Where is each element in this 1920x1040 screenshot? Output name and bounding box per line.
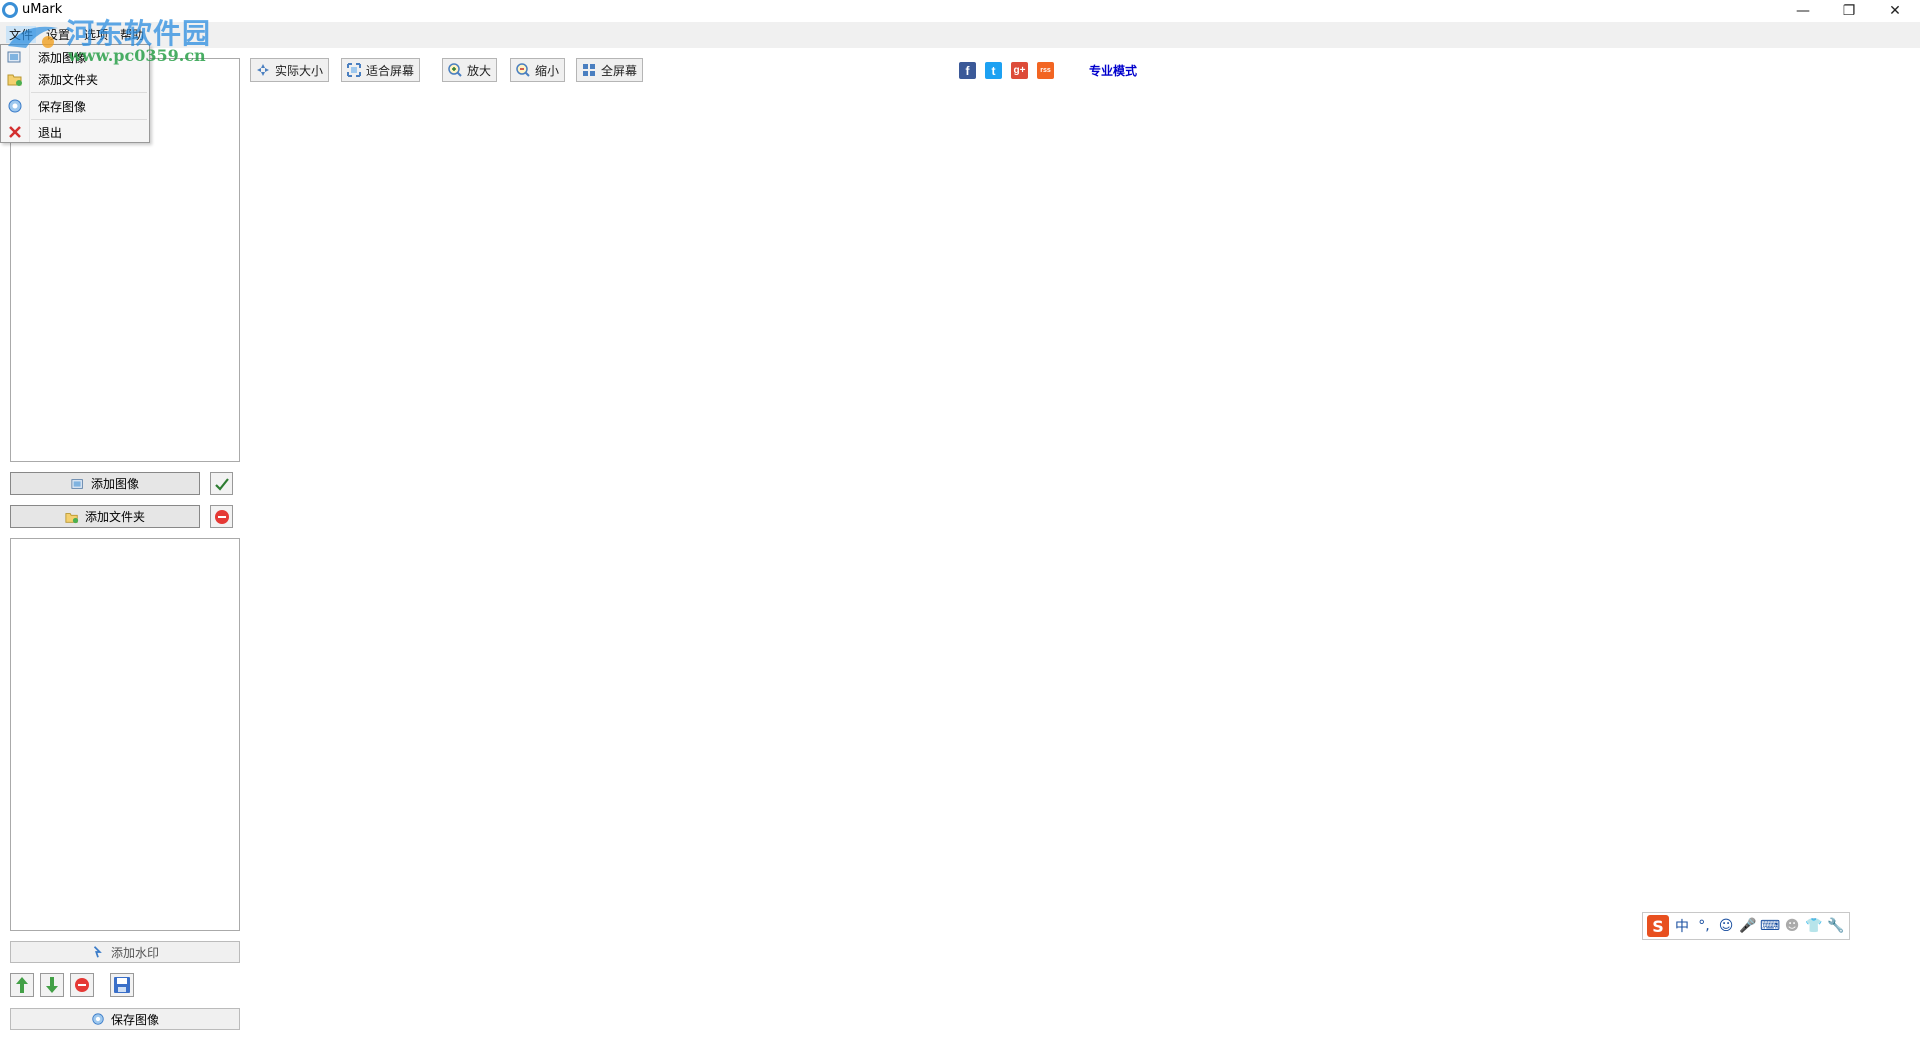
move-down-button[interactable] bbox=[40, 973, 64, 997]
window-title: uMark bbox=[22, 2, 63, 17]
microphone-icon[interactable]: 🎤 bbox=[1739, 917, 1757, 935]
title-bar bbox=[0, 0, 1920, 22]
keyboard-icon[interactable]: ⌨ bbox=[1760, 917, 1780, 935]
menu-bar bbox=[0, 22, 1920, 48]
ime-punct-toggle[interactable]: °, bbox=[1695, 917, 1713, 935]
remove-button[interactable] bbox=[210, 505, 233, 528]
save-image-icon bbox=[92, 1013, 104, 1025]
watermark-icon bbox=[93, 946, 102, 958]
actual-size-icon bbox=[257, 64, 269, 76]
exit-icon bbox=[9, 126, 21, 138]
add-watermark-button[interactable]: 添加水印 bbox=[10, 941, 240, 963]
skin-shirt-icon[interactable]: 👕 bbox=[1805, 917, 1823, 935]
close-button[interactable]: ✕ bbox=[1872, 0, 1918, 22]
save-image-icon bbox=[8, 99, 22, 113]
move-up-button[interactable] bbox=[10, 973, 34, 997]
google-plus-icon[interactable]: g+ bbox=[1011, 62, 1028, 79]
watermark-url: www.pc0359.cn bbox=[68, 46, 206, 65]
save-settings-button[interactable] bbox=[110, 973, 134, 997]
zoom-in-button[interactable]: 放大 bbox=[442, 58, 498, 82]
add-folder-icon bbox=[7, 74, 22, 86]
menu-item-save-image[interactable]: 保存图像 bbox=[1, 94, 149, 118]
ime-lang-toggle[interactable]: 中 bbox=[1673, 917, 1691, 935]
zoom-out-icon bbox=[516, 63, 530, 77]
restore-button[interactable]: ❐ bbox=[1826, 0, 1872, 22]
delete-watermark-button[interactable] bbox=[70, 973, 94, 997]
checkmark-icon bbox=[214, 477, 229, 491]
sogou-logo-icon[interactable]: S bbox=[1647, 915, 1669, 937]
save-image-button[interactable]: 保存图像 bbox=[10, 1008, 240, 1030]
arrow-up-icon bbox=[16, 977, 28, 993]
fit-screen-button[interactable]: 适合屏幕 bbox=[341, 58, 421, 82]
remove-icon bbox=[75, 978, 89, 992]
app-logo-icon bbox=[2, 2, 18, 18]
add-folder-button[interactable]: 添加文件夹 bbox=[10, 505, 200, 528]
user-icon[interactable]: ☻ bbox=[1783, 917, 1801, 935]
add-image-icon bbox=[71, 478, 83, 489]
arrow-down-icon bbox=[46, 977, 58, 993]
fullscreen-button[interactable]: 全屏幕 bbox=[576, 58, 644, 82]
add-folder-icon bbox=[65, 512, 79, 523]
fullscreen-icon bbox=[583, 64, 595, 76]
menu-separator bbox=[31, 92, 147, 93]
confirm-button[interactable] bbox=[210, 472, 233, 495]
remove-icon bbox=[214, 509, 229, 524]
emoji-icon[interactable]: ☺ bbox=[1717, 917, 1735, 935]
facebook-icon[interactable]: f bbox=[959, 62, 976, 79]
watermark-logo-icon bbox=[8, 26, 58, 48]
ime-toolbar: S 中 °, ☺ 🎤 ⌨ ☻ 👕 🔧 bbox=[1642, 912, 1850, 940]
pro-mode-link[interactable]: 专业模式 bbox=[1089, 62, 1137, 79]
rss-icon[interactable]: rss bbox=[1037, 62, 1054, 79]
fit-screen-icon bbox=[347, 63, 361, 77]
floppy-disk-icon bbox=[114, 977, 130, 993]
zoom-out-button[interactable]: 缩小 bbox=[510, 58, 566, 82]
add-image-button[interactable]: 添加图像 bbox=[10, 472, 200, 495]
menu-item-add-folder[interactable]: 添加文件夹 bbox=[1, 67, 149, 91]
twitter-icon[interactable]: t bbox=[985, 62, 1002, 79]
actual-size-button[interactable]: 实际大小 bbox=[250, 58, 330, 82]
minimize-button[interactable]: — bbox=[1780, 0, 1826, 22]
watermark-list[interactable] bbox=[10, 538, 240, 931]
wrench-icon[interactable]: 🔧 bbox=[1827, 917, 1845, 935]
menu-item-exit[interactable]: 退出 bbox=[1, 120, 149, 144]
zoom-in-icon bbox=[448, 63, 462, 77]
